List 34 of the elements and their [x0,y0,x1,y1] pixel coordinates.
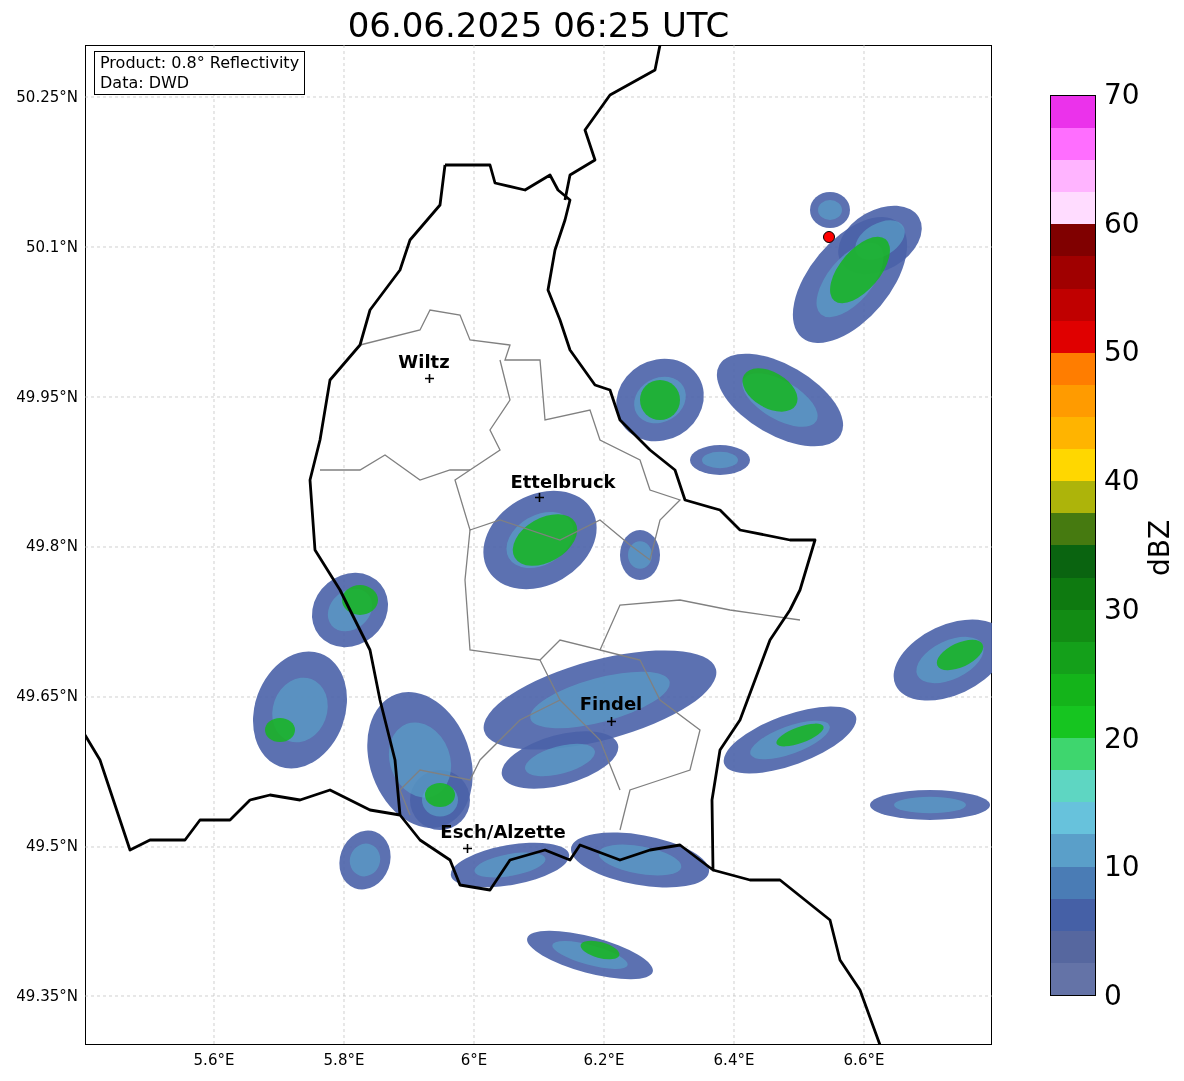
y-tick-label: 49.35°N [16,986,78,1005]
y-tick-label: 49.5°N [25,837,78,855]
legend-text: Product: 0.8° Reflectivity [100,53,300,73]
colorbar-tick-label: 20 [1104,722,1140,755]
legend-text: Data: DWD [100,73,191,93]
colorbar-label: dBZ [1144,519,1176,577]
y-tick-label: 49.65°N [16,687,78,706]
city-marker-icon [462,843,472,853]
city-label: Wiltz [398,352,450,372]
y-tick-label: 49.95°N [16,387,78,406]
y-tick-label: 50.1°N [25,237,78,256]
y-tick-label: 49.8°N [25,537,78,556]
city-marker-icon [534,492,544,502]
colorbar-tick-label: 50 [1104,336,1140,369]
colorbar-tick-label: 40 [1104,465,1140,498]
colorbar-tick-label: 0 [1104,980,1122,1012]
city-marker-icon [606,716,616,726]
colorbar-tick-label: 60 [1104,207,1140,240]
city-label: Ettelbruck [510,472,616,492]
x-tick-label: 6.6°E [843,1051,885,1069]
colorbar-tick-label: 70 [1104,79,1140,111]
y-tick-label: 50.25°N [16,88,78,106]
city-marker-icon [424,373,434,383]
x-tick-label: 6.2°E [583,1051,625,1069]
x-tick-label: 5.6°E [193,1051,235,1069]
city-label: Esch/Alzette [440,822,566,842]
colorbar-tick-label: 10 [1104,851,1140,884]
colorbar-tick-label: 30 [1104,593,1140,626]
plot-title: 06.06.2025 06:25 UTC [346,4,731,46]
city-label: Findel [579,694,643,714]
x-tick-label: 6°E [460,1051,488,1069]
x-tick-label: 6.4°E [713,1051,755,1069]
radar-site-icon [823,231,835,243]
x-tick-label: 5.8°E [323,1051,365,1069]
